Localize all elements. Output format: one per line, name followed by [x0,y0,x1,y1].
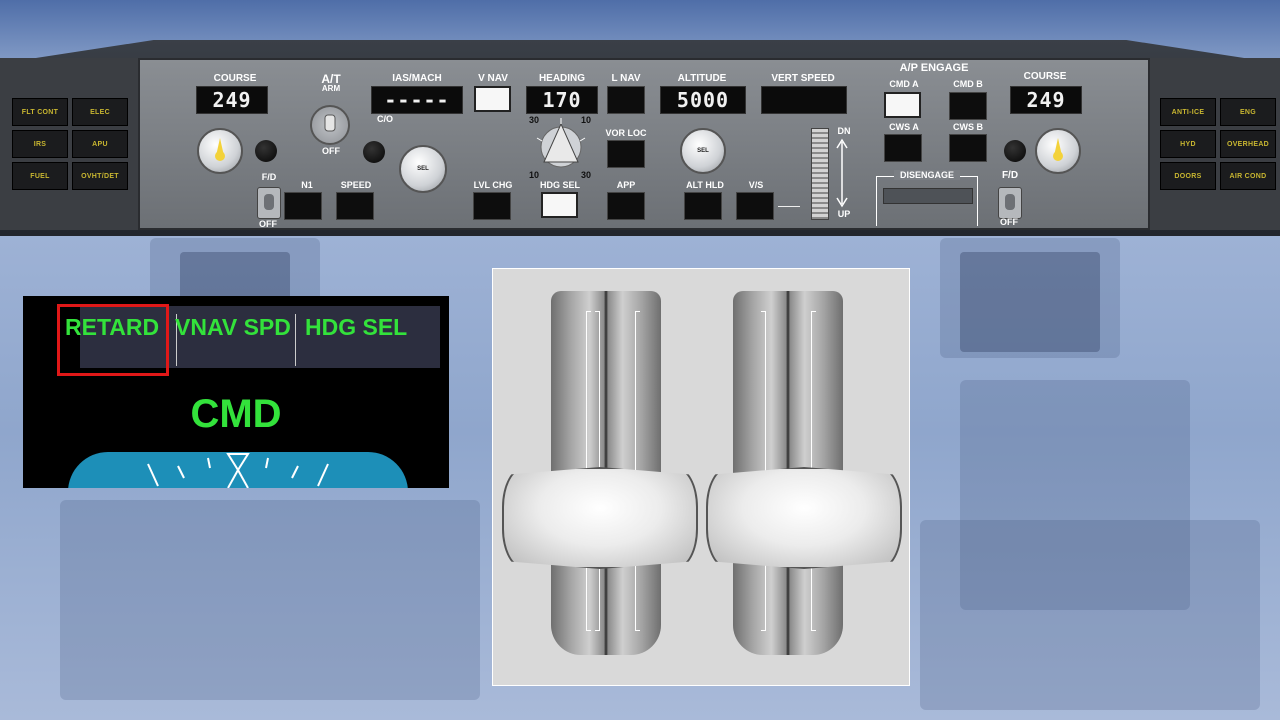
changeover-label: C/O [376,114,393,124]
hdg-sel-label: HDG SEL [539,180,580,190]
speed-label: SPEED [340,180,372,190]
toggle-icon [324,114,336,132]
course-left-display: 249 [196,86,268,114]
annunciator-anti-ice[interactable]: ANTI-ICE [1160,98,1216,126]
speed-button[interactable] [336,192,374,220]
annunciator-overhead[interactable]: OVERHEAD [1220,130,1276,158]
fd-right-label: F/D [1001,170,1019,181]
vs-dn-label: DN [837,126,851,136]
right-annunciator-grid: ANTI-ICE ENG HYD OVERHEAD DOORS AIR COND [1160,98,1276,190]
thrust-lever-left[interactable] [502,467,698,569]
cws-a-label: CWS A [889,122,919,132]
course-right-knob[interactable] [1035,128,1081,174]
n1-label: N1 [301,180,313,190]
vnav-label: V NAV [478,73,508,84]
hdg-sel-button[interactable] [541,192,578,218]
cmd-a-label: CMD A [889,79,919,89]
cmd-a-button[interactable] [884,92,921,118]
altitude-display: 5000 [660,86,746,114]
course-left-button[interactable] [255,140,277,162]
fd-right-switch[interactable] [998,187,1022,219]
ias-mach-display: ----- [371,86,463,114]
vs-label: V/S [748,180,764,190]
annunciator-air-cond[interactable]: AIR COND [1220,162,1276,190]
cws-a-button[interactable] [884,134,922,162]
vs-divider [778,206,800,207]
background-panel [920,520,1260,710]
altitude-label: ALTITUDE [677,73,727,84]
annunciator-ovht-det[interactable]: OVHT/DET [72,162,128,190]
thrust-lever-panel [492,268,910,686]
course-right-display: 249 [1010,86,1082,114]
vs-up-label: UP [837,209,851,219]
disengage-bar[interactable] [883,188,973,204]
heading-bank-angle-icon[interactable] [532,118,590,176]
annunciator-fuel[interactable]: FUEL [12,162,68,190]
autothrottle-arm-label: ARM [321,84,341,93]
annunciator-flt-cont[interactable]: FLT CONT [12,98,68,126]
course-left-knob[interactable] [197,128,243,174]
cws-b-label: CWS B [953,122,983,132]
lvl-chg-button[interactable] [473,192,511,220]
knob-pointer-icon [1053,138,1063,161]
changeover-button[interactable] [363,141,385,163]
ias-mach-label: IAS/MACH [392,73,442,84]
fma-roll-mode: HDG SEL [305,314,408,340]
knob-pointer-icon [215,138,225,161]
fma-highlight-box [57,304,169,376]
vor-loc-button[interactable] [607,140,645,168]
app-button[interactable] [607,192,645,220]
course-right-label: COURSE [1023,71,1067,82]
autothrottle-off-label: OFF [322,146,340,156]
background-panel [60,500,480,700]
background-pfd [960,252,1100,352]
ap-engage-label: A/P ENGAGE [899,62,969,74]
alt-hld-label: ALT HLD [686,180,724,190]
vnav-button[interactable] [474,86,511,112]
autothrottle-arm-switch[interactable] [310,105,350,145]
fd-left-label: F/D [261,172,277,182]
heading-label: HEADING [538,73,586,84]
vor-loc-label: VOR LOC [605,128,647,138]
annunciator-apu[interactable]: APU [72,130,128,158]
bank-scale-icon [147,453,329,488]
cmd-b-label: CMD B [953,79,983,89]
app-label: APP [616,180,636,190]
cws-b-button[interactable] [949,134,987,162]
alt-hld-button[interactable] [684,192,722,220]
left-annunciator-grid: FLT CONT ELEC IRS APU FUEL OVHT/DET [12,98,128,190]
fd-left-switch[interactable] [257,187,281,219]
fma-autopilot-status: CMD [190,392,282,436]
flight-mode-annunciator: RETARD VNAV SPD HDG SEL CMD [23,296,449,488]
altitude-select-knob[interactable]: SEL [680,128,726,174]
annunciator-doors[interactable]: DOORS [1160,162,1216,190]
speed-select-knob[interactable]: SEL [399,145,447,193]
course-left-label: COURSE [213,73,257,84]
fma-pitch-mode: VNAV SPD [175,314,291,340]
lnav-button[interactable] [607,86,645,114]
annunciator-eng[interactable]: ENG [1220,98,1276,126]
vert-speed-label: VERT SPEED [771,73,835,84]
attitude-horizon [68,452,408,488]
n1-button[interactable] [284,192,322,220]
lvl-chg-label: LVL CHG [473,180,513,190]
annunciator-irs[interactable]: IRS [12,130,68,158]
vs-arrow-icon [836,138,848,208]
vert-speed-wheel[interactable] [811,128,829,220]
vert-speed-display [761,86,847,114]
cmd-b-button[interactable] [949,92,987,120]
lnav-label: L NAV [611,73,641,84]
vs-button[interactable] [736,192,774,220]
thrust-lever-right[interactable] [706,467,902,569]
fd-right-off-label: OFF [1000,217,1018,227]
fma-divider [295,314,296,366]
annunciator-hyd[interactable]: HYD [1160,130,1216,158]
fd-left-off-label: OFF [259,219,277,229]
course-right-button[interactable] [1004,140,1026,162]
annunciator-elec[interactable]: ELEC [72,98,128,126]
heading-display: 170 [526,86,598,114]
disengage-label: DISENGAGE [894,170,960,180]
